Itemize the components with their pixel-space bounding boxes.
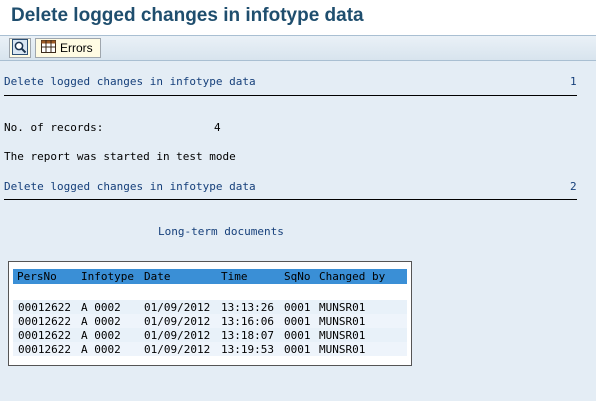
cell-sqno: 0001 xyxy=(284,301,311,314)
cell-date: 01/09/2012 xyxy=(144,315,211,328)
cell-date: 01/09/2012 xyxy=(144,343,211,356)
header-1-rule xyxy=(4,95,577,96)
window-title: Delete logged changes in infotype data xyxy=(11,5,364,26)
page-number-2: 2 xyxy=(570,180,577,193)
title-bar: Delete logged changes in infotype data xyxy=(0,0,596,35)
cell-infotype: A 0002 xyxy=(81,315,121,328)
table-header: PersNo Infotype Date Time SqNo Changed b… xyxy=(13,269,407,284)
cell-time: 13:19:53 xyxy=(221,343,274,356)
cell-time: 13:13:26 xyxy=(221,301,274,314)
cell-date: 01/09/2012 xyxy=(144,329,211,342)
report-header-1: Delete logged changes in infotype data xyxy=(4,75,256,88)
cell-sqno: 0001 xyxy=(284,343,311,356)
cell-infotype: A 0002 xyxy=(81,329,121,342)
section-title: Long-term documents xyxy=(158,225,284,238)
cell-changed-by: MUNSR01 xyxy=(319,329,366,342)
cell-persno: 00012622 xyxy=(18,315,71,328)
cell-changed-by: MUNSR01 xyxy=(319,315,366,328)
table-row[interactable]: 00012622 A 0002 01/09/2012 13:13:26 0001… xyxy=(13,300,407,314)
column-header-persno: PersNo xyxy=(17,270,57,283)
cell-sqno: 0001 xyxy=(284,329,311,342)
cell-infotype: A 0002 xyxy=(81,343,121,356)
table-grid-icon xyxy=(41,40,56,56)
column-header-sqno: SqNo xyxy=(284,270,311,283)
cell-persno: 00012622 xyxy=(18,329,71,342)
header-2-rule xyxy=(4,199,577,200)
application-toolbar: Errors xyxy=(0,35,596,61)
cell-time: 13:18:07 xyxy=(221,329,274,342)
records-label: No. of records: xyxy=(4,121,104,134)
cell-changed-by: MUNSR01 xyxy=(319,301,366,314)
column-header-time: Time xyxy=(221,270,248,283)
cell-date: 01/09/2012 xyxy=(144,301,211,314)
cell-infotype: A 0002 xyxy=(81,301,121,314)
cell-changed-by: MUNSR01 xyxy=(319,343,366,356)
errors-button[interactable]: Errors xyxy=(35,38,101,58)
column-header-date: Date xyxy=(144,270,171,283)
column-header-changed-by: Changed by xyxy=(319,270,386,283)
magnifier-icon xyxy=(12,38,28,58)
long-term-documents-table: PersNo Infotype Date Time SqNo Changed b… xyxy=(8,261,412,366)
errors-button-label: Errors xyxy=(60,41,93,55)
cell-sqno: 0001 xyxy=(284,315,311,328)
detail-button[interactable] xyxy=(9,38,31,58)
table-row[interactable]: 00012622 A 0002 01/09/2012 13:16:06 0001… xyxy=(13,314,407,328)
report-header-2: Delete logged changes in infotype data xyxy=(4,180,256,193)
column-header-infotype: Infotype xyxy=(81,270,134,283)
cell-persno: 00012622 xyxy=(18,301,71,314)
records-value: 4 xyxy=(214,121,221,134)
cell-persno: 00012622 xyxy=(18,343,71,356)
test-mode-text: The report was started in test mode xyxy=(4,150,236,163)
table-row[interactable]: 00012622 A 0002 01/09/2012 13:19:53 0001… xyxy=(13,342,407,356)
table-row[interactable]: 00012622 A 0002 01/09/2012 13:18:07 0001… xyxy=(13,328,407,342)
page-number-1: 1 xyxy=(570,75,577,88)
cell-time: 13:16:06 xyxy=(221,315,274,328)
